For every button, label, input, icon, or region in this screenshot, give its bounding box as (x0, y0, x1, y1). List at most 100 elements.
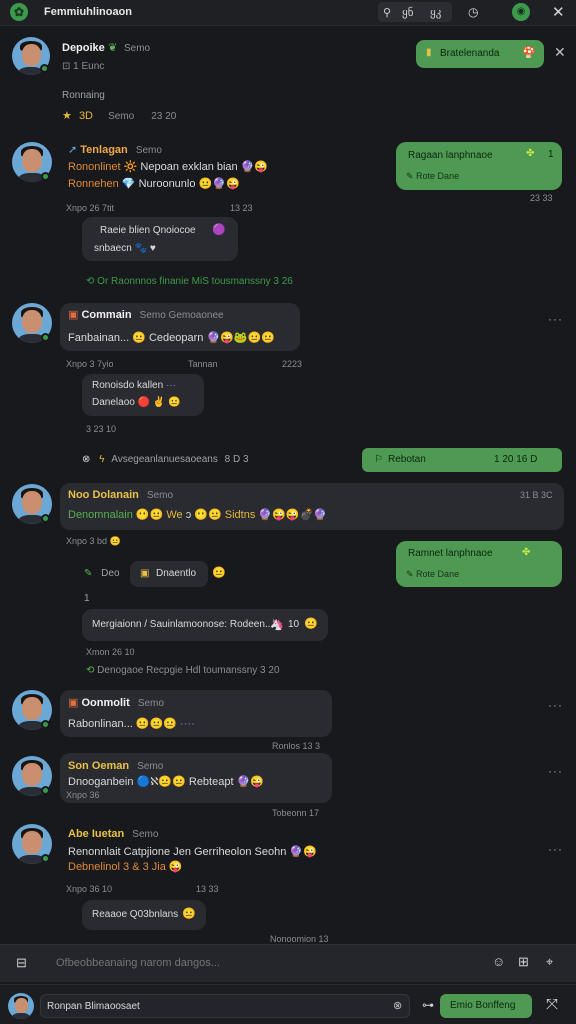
image-icon[interactable]: ⊞ (518, 954, 529, 970)
message-header: ▣ Commain Semo Gemoaonee (68, 308, 224, 321)
chip-row: ✎ Deo (84, 568, 120, 579)
chip-icon: ✎ (84, 568, 93, 579)
contact-name[interactable]: Depoike (62, 42, 105, 54)
reply-text: Mergiaionn / Sauinlamoonose: Rodeen... (92, 619, 274, 630)
emoji: 😶😐 (135, 509, 164, 521)
section-title: Ronnaing (62, 90, 105, 101)
message-time: Tobeonn 17 (272, 808, 320, 818)
thread-link[interactable]: ⟲ Or Raonnnos finanie MiS tousmanssny 3 … (86, 276, 293, 287)
outgoing-bubble[interactable]: Ramnet lanphnaoe ✤ ✎ Rote Dane (396, 541, 562, 587)
control-b[interactable]: ყკ (430, 6, 441, 19)
secondary-input-value: Ronpan Blimaoosaet (47, 1001, 140, 1012)
online-indicator (41, 172, 50, 181)
sender-name[interactable]: Abe Iuetan (68, 828, 124, 840)
message-line: Fanbainan... 😐 Cedeoparn 🔮😜🐸😐😐 (68, 331, 275, 344)
online-indicator (41, 720, 50, 729)
message-text: Rebteapt (188, 776, 234, 788)
app-title: Femmiuhlinoaon (44, 6, 132, 18)
emoji: 🦄 (270, 619, 284, 631)
thread-link[interactable]: ⟲ Denogaoe Recpgie Hdl toumanssny 3 20 (86, 665, 280, 676)
emoji-picker-icon[interactable]: ☺ (492, 954, 505, 969)
thread-icon: ⟲ (86, 276, 98, 287)
emoji: 🔮😜 (236, 776, 264, 788)
chip[interactable]: ▣ Dnaentlo (130, 561, 208, 587)
sender-name[interactable]: Commain (81, 309, 131, 321)
emoji: 😐🔮😜 (198, 178, 240, 190)
attach-icon[interactable]: ⊟ (16, 955, 27, 971)
message-text: Renonnlait (68, 846, 121, 858)
pinned-message-chip[interactable]: ▮ Bratelenanda 🍄 (416, 40, 544, 68)
reply-text: Ronoisdo kallen (92, 380, 164, 391)
message-meta: Tannan (188, 359, 218, 369)
badge-icon: ▣ (140, 568, 150, 579)
send-button[interactable]: Emio Bonffeng (440, 994, 532, 1018)
message-time: 31 B 3C (520, 490, 553, 500)
notice-text: Avsegeanlanuesaoeans (111, 454, 218, 465)
message-time: 13 23 (230, 203, 253, 213)
outgoing-side: 1 (548, 149, 554, 160)
message-text: Fanbainan... (68, 332, 130, 344)
emoji: 🔮😜😜💣🔮 (258, 509, 327, 521)
sender-name[interactable]: Oonmolit (81, 697, 129, 709)
sender-name[interactable]: Son Oeman (68, 760, 129, 772)
message-line: Dnooganbein 🔵ℵ😐😐 Rebteapt 🔮😜 (68, 775, 264, 788)
reaction-icon: 🍄 (522, 47, 536, 59)
more-options-icon[interactable]: ··· (548, 698, 563, 712)
reply-line: snbaecn 🐾 ♥ (94, 243, 156, 254)
more-options-icon[interactable]: ··· (548, 764, 563, 778)
message-header: ▣ Oonmolit Semo (68, 696, 164, 709)
message-input[interactable] (56, 952, 476, 974)
message-header: Noo Dolanain Semo (68, 489, 173, 501)
reaction-icon: ✤ (522, 547, 531, 558)
online-indicator (41, 786, 50, 795)
emoji: 🟣 (212, 224, 226, 236)
sender-meta: Semo (137, 698, 164, 709)
status-toggle-icon[interactable]: ◉ (512, 3, 530, 21)
message-time: 13 33 (196, 884, 219, 894)
control-a[interactable]: ყნ (402, 6, 413, 19)
timer-icon[interactable]: ◷ (468, 5, 478, 19)
message-line: Rononlinet 🔆 Nepoan exklan bian 🔮😜 (68, 160, 268, 173)
sender-name[interactable]: Noo Dolanain (68, 489, 139, 501)
thread-link-text: Or Raonnnos finanie MiS tousmanssny 3 26 (97, 276, 293, 287)
reply-text: snbaecn (94, 243, 132, 254)
close-pin-icon[interactable]: ✕ (554, 44, 566, 61)
message-header: Abe Iuetan Semo (68, 828, 158, 840)
collapse-icon[interactable]: ⤧ (546, 996, 558, 1013)
close-icon[interactable]: ✕ (552, 3, 565, 21)
location-icon[interactable]: ⌖ (546, 954, 553, 970)
message-time: 2223 (282, 359, 303, 369)
message-text: We (166, 509, 183, 521)
emoji: 😐 (182, 908, 196, 920)
clear-icon[interactable]: ⊗ (393, 999, 402, 1012)
pin-icon[interactable]: ⚲ (383, 6, 391, 19)
outgoing-bubble[interactable]: Ragaan lanphnaoe ✤ 1 ✎ Rote Dane (396, 142, 562, 190)
reply-bubble[interactable]: Ronoisdo kallen ··· Danelaoo 🔴 ✌ 😐 (82, 374, 204, 416)
reply-bubble[interactable]: Reaaoe Q03bnlans 😐 (82, 900, 206, 930)
self-avatar[interactable] (8, 993, 34, 1019)
secondary-input[interactable]: Ronpan Blimaoosaet ⊗ (40, 994, 410, 1018)
more-options-icon[interactable]: ··· (548, 312, 563, 326)
emoji: 🔵ℵ😐😐 (136, 776, 186, 788)
sender-name[interactable]: Tenlagan (80, 144, 127, 156)
outgoing-sub: ✎ Rote Dane (406, 569, 459, 580)
outgoing-bubble[interactable]: ⚐ Rebotan 1 20 16 D (362, 448, 562, 472)
message-text: Catpjione (123, 846, 171, 858)
reply-time: 3 23 10 (86, 424, 117, 434)
message-text: Debnelinol 3 & 3 Jia (68, 861, 166, 873)
emoji: 🔮😜🐸😐😐 (206, 332, 275, 344)
link-icon[interactable]: ⊶ (422, 998, 434, 1012)
chip-lead: Deo (101, 568, 120, 579)
message-text: Nepoan exklan bian (140, 161, 238, 173)
reaction-icon: ✤ (526, 148, 535, 159)
section-meta-row: ★ 3D Semo 23 20 (62, 109, 176, 122)
message-meta: Xnpo 3 bd 😐 (66, 536, 121, 547)
emoji: 💎 (121, 178, 136, 190)
reply-bubble[interactable]: Raeie blien Qnoiocoe 🟣 snbaecn 🐾 ♥ (82, 217, 238, 261)
message-line: Rabonlinan... 😐😐😐 ···· (68, 717, 195, 730)
more-options-icon[interactable]: ··· (548, 842, 563, 856)
window-controls-group: ⚲ ყნ ყკ (378, 2, 452, 22)
message-text: Jen Gerriheolon Seohn (173, 846, 287, 858)
reply-bubble[interactable]: Mergiaionn / Sauinlamoonose: Rodeen... 🦄… (82, 609, 328, 641)
emoji: 🔆 (123, 161, 138, 173)
